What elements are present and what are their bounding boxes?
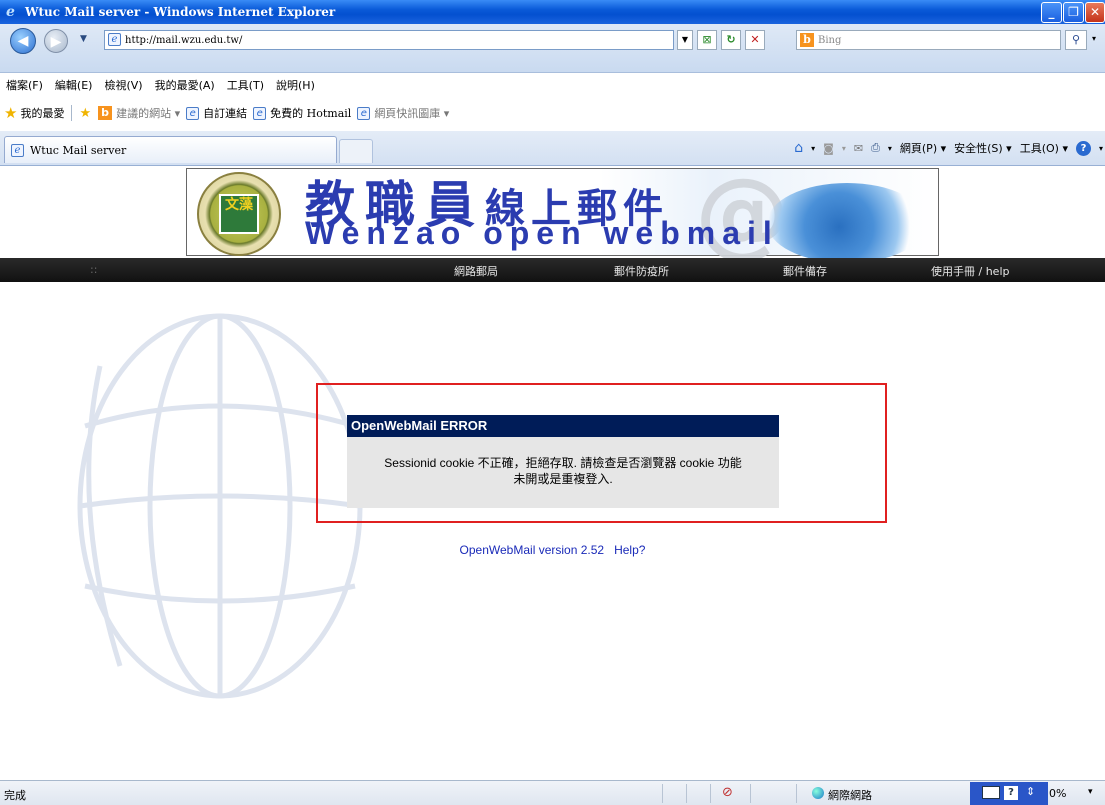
ie-page-icon: e xyxy=(253,106,267,120)
home-dropdown-icon[interactable]: ▾ xyxy=(811,144,815,153)
new-tab-button[interactable] xyxy=(339,139,373,163)
nav-webmail[interactable]: 網路郵局 xyxy=(454,263,498,279)
minimize-button[interactable]: _ xyxy=(1041,2,1062,23)
feeds-icon[interactable]: ◙ xyxy=(823,142,834,155)
error-title: OpenWebMail ERROR xyxy=(347,415,779,437)
forward-button[interactable]: ▶ xyxy=(44,29,68,53)
zoom-level[interactable]: 0% xyxy=(1049,787,1066,800)
menu-tools[interactable]: 工具(T) xyxy=(227,77,264,93)
compat-view-icon[interactable]: ⊠ xyxy=(697,30,717,50)
college-seal-emblem: 文藻 xyxy=(219,194,259,234)
favorites-button[interactable]: 我的最愛 xyxy=(20,105,64,121)
page-menu[interactable]: 網頁(P) ▾ xyxy=(900,140,946,156)
add-favorite-icon[interactable]: ★ xyxy=(79,106,91,121)
menu-file[interactable]: 檔案(F) xyxy=(6,77,43,93)
ie-page-icon: e xyxy=(11,143,24,157)
globe-image xyxy=(767,183,927,263)
page-icon: e xyxy=(108,33,121,46)
safety-menu[interactable]: 安全性(S) ▾ xyxy=(954,140,1012,156)
command-bar: ⌂ ▾ ◙ ▾ ✉ ⎙ ▾ 網頁(P) ▾ 安全性(S) ▾ 工具(O) ▾ ?… xyxy=(794,138,1103,158)
error-message-line2: 未開或是重複登入. xyxy=(513,472,613,486)
address-url-text: http://mail.wzu.edu.tw/ xyxy=(125,34,243,46)
security-zone-text: 網際網路 xyxy=(828,789,872,802)
error-panel: OpenWebMail ERROR Sessionid cookie 不正確，拒… xyxy=(347,415,779,508)
tab-wtuc-mail[interactable]: e Wtuc Mail server xyxy=(4,136,337,163)
nav-user-manual[interactable]: 使用手冊 / help xyxy=(931,263,1009,279)
error-message: Sessionid cookie 不正確，拒絕存取. 請檢查是否瀏覽器 cook… xyxy=(347,455,779,487)
menu-bar: 檔案(F) 編輯(E) 檢視(V) 我的最愛(A) 工具(T) 說明(H) xyxy=(0,75,1105,95)
help-link[interactable]: Help? xyxy=(614,543,645,557)
internet-zone-icon xyxy=(812,787,824,799)
favorites-star-icon: ★ xyxy=(4,104,18,122)
nav-mail-quarantine[interactable]: 郵件防疫所 xyxy=(614,263,669,279)
ie-page-icon: e xyxy=(186,106,200,120)
refresh-icon[interactable]: ↻ xyxy=(721,30,741,50)
error-message-line1: Sessionid cookie 不正確，拒絕存取. 請檢查是否瀏覽器 cook… xyxy=(384,456,742,470)
address-input[interactable]: e http://mail.wzu.edu.tw/ xyxy=(104,30,674,50)
help-icon[interactable]: ? xyxy=(1075,140,1091,156)
language-help-icon[interactable]: ? xyxy=(1004,786,1018,800)
ie-logo-icon: e xyxy=(6,4,15,20)
version-text: OpenWebMail version 2.52 xyxy=(459,543,605,557)
banner-title-en: Wenzao open webmail xyxy=(305,215,779,251)
suggested-sites-link[interactable]: 建議的網站 ▾ xyxy=(116,105,180,121)
address-toolbar: ◀ ▶ ▼ e http://mail.wzu.edu.tw/ ▼ ⊠ ↻ ✕ … xyxy=(0,24,1105,73)
menu-view[interactable]: 檢視(V) xyxy=(104,77,142,93)
suggested-sites-icon: b xyxy=(98,106,113,120)
status-text: 完成 xyxy=(4,789,26,802)
page-content: 文藻 @ 教職員線上郵件 Wenzao open webmail :: 網路郵局… xyxy=(0,166,1105,780)
address-dropdown-icon[interactable]: ▼ xyxy=(677,30,693,50)
college-seal-logo: 文藻 xyxy=(197,172,281,256)
webmail-banner: 文藻 @ 教職員線上郵件 Wenzao open webmail xyxy=(186,166,939,269)
menu-edit[interactable]: 編輯(E) xyxy=(55,77,93,93)
tools-menu[interactable]: 工具(O) ▾ xyxy=(1020,140,1068,156)
print-icon[interactable]: ⎙ xyxy=(871,141,880,155)
search-icon[interactable]: ⚲ xyxy=(1065,30,1087,50)
hotmail-link[interactable]: 免費的 Hotmail xyxy=(270,105,351,121)
favorites-bar: ★ 我的最愛 ★ b 建議的網站 ▾ e 自訂連結 e 免費的 Hotmail … xyxy=(0,102,1105,124)
bing-icon: b xyxy=(800,33,814,47)
window-title: Wtuc Mail server - Windows Internet Expl… xyxy=(25,5,336,19)
close-button[interactable]: ✕ xyxy=(1085,2,1105,23)
window-title-bar[interactable]: e Wtuc Mail server - Windows Internet Ex… xyxy=(0,0,1105,24)
ie-page-icon: e xyxy=(357,106,371,120)
separator xyxy=(71,105,73,121)
protected-mode-icon[interactable]: ⊘ xyxy=(722,785,733,800)
feeds-dropdown-icon[interactable]: ▾ xyxy=(842,144,846,153)
search-input[interactable]: b Bing xyxy=(796,30,1061,50)
language-scroll-icon[interactable]: ⇕ xyxy=(1026,785,1035,798)
nav-dots: :: xyxy=(90,263,98,276)
site-nav-bar: :: 網路郵局 郵件防疫所 郵件備存 使用手冊 / help xyxy=(0,258,1105,282)
home-icon[interactable]: ⌂ xyxy=(794,140,803,156)
stop-icon[interactable]: ✕ xyxy=(745,30,765,50)
back-button[interactable]: ◀ xyxy=(10,28,36,54)
menu-favorites[interactable]: 我的最愛(A) xyxy=(155,77,215,93)
search-options-icon[interactable]: ▾ xyxy=(1092,34,1096,43)
version-footer: OpenWebMail version 2.52 Help? xyxy=(0,543,1105,557)
tab-bar: e Wtuc Mail server ⌂ ▾ ◙ ▾ ✉ ⎙ ▾ 網頁(P) ▾… xyxy=(0,131,1105,166)
mail-icon[interactable]: ✉ xyxy=(854,142,863,155)
menu-help[interactable]: 說明(H) xyxy=(276,77,315,93)
print-dropdown-icon[interactable]: ▾ xyxy=(888,144,892,153)
history-dropdown-icon[interactable]: ▼ xyxy=(80,34,87,44)
search-placeholder: Bing xyxy=(818,34,842,46)
restore-button[interactable]: ❐ xyxy=(1063,2,1084,23)
web-slice-gallery-link[interactable]: 網頁快訊圖庫 ▾ xyxy=(374,105,449,121)
custom-links-link[interactable]: 自訂連結 xyxy=(203,105,247,121)
language-bar[interactable]: ? ⇕ xyxy=(970,782,1048,805)
keyboard-icon[interactable] xyxy=(982,786,1000,799)
status-bar: 完成 ⊘ 網際網路 ? ⇕ 0% ▾ xyxy=(0,780,1105,805)
nav-mail-backup[interactable]: 郵件備存 xyxy=(783,263,827,279)
help-dropdown-icon[interactable]: ▾ xyxy=(1099,144,1103,153)
zoom-dropdown-icon[interactable]: ▾ xyxy=(1088,787,1093,797)
tab-title: Wtuc Mail server xyxy=(30,143,127,157)
